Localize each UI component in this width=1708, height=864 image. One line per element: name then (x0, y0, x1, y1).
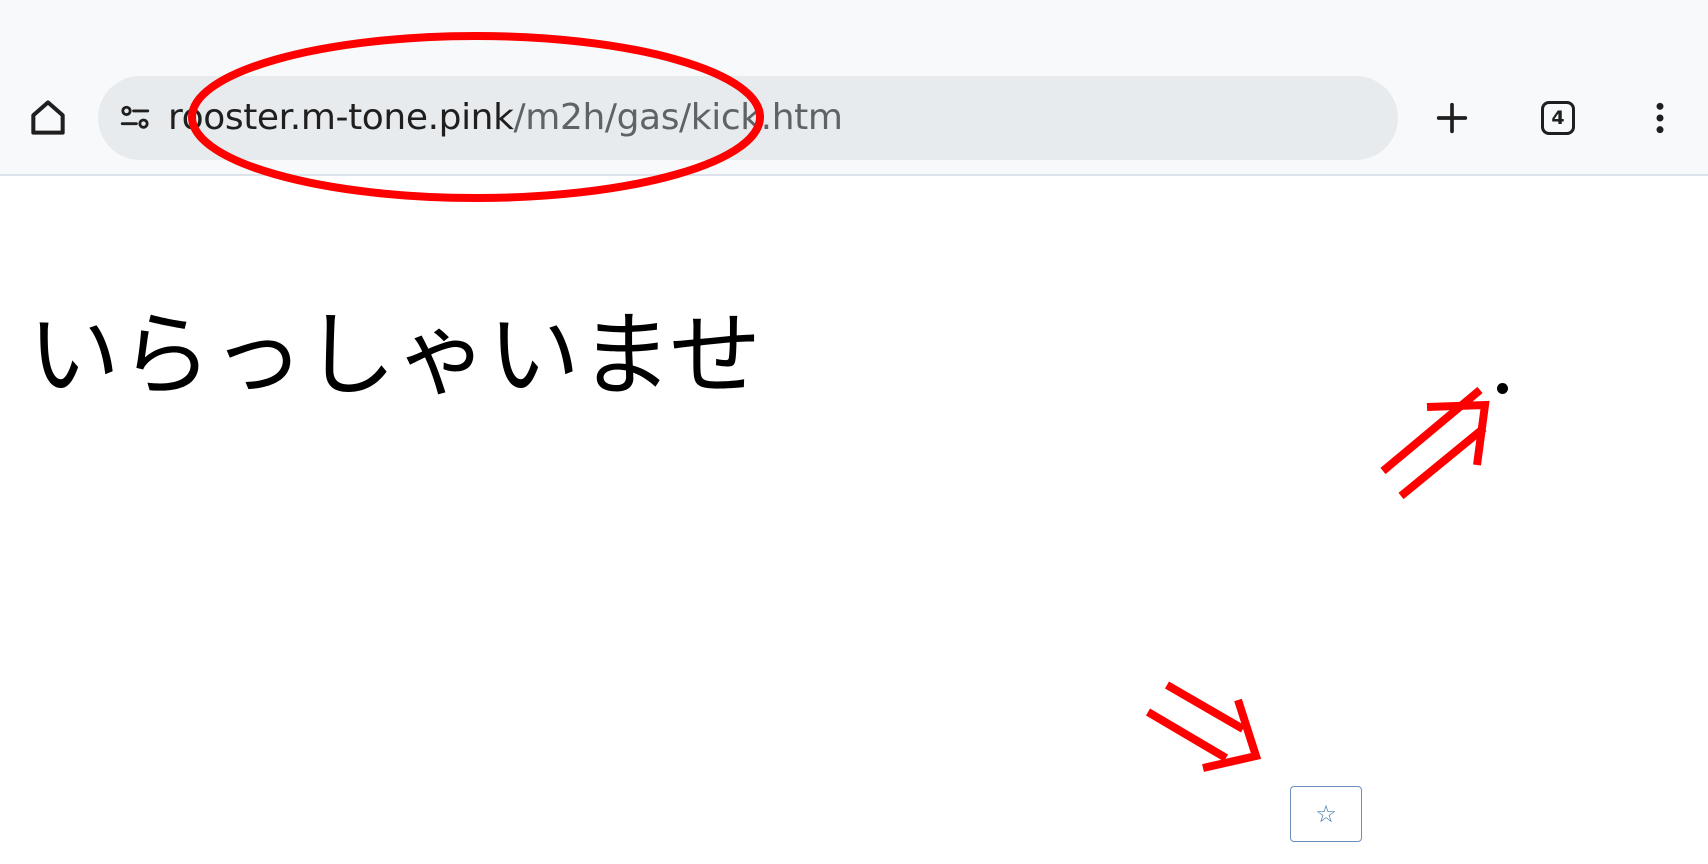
tab-switcher-button[interactable]: 4 (1532, 92, 1584, 144)
url-path: /m2h/gas/kick.htm (513, 97, 843, 138)
browser-toolbar: rooster.m-tone.pink/m2h/gas/kick.htm 4 (0, 0, 1708, 176)
site-info-button[interactable] (114, 97, 156, 139)
browser-menu-button[interactable] (1634, 92, 1686, 144)
tab-count: 4 (1551, 107, 1565, 129)
home-icon (31, 100, 65, 135)
page-heading: いらっしゃいませ (28, 302, 762, 409)
star-button[interactable]: ☆ (1290, 786, 1362, 842)
arrow-to-dot (1380, 386, 1490, 500)
tune-icon (120, 105, 150, 129)
more-vertical-icon (1656, 102, 1664, 134)
arrow-to-star-button (1145, 681, 1262, 772)
url-host: rooster.m-tone.pink (168, 97, 514, 138)
tab-switcher-icon: 4 (1541, 101, 1575, 135)
hidden-dot-link[interactable] (1497, 383, 1508, 394)
new-tab-button[interactable] (1426, 92, 1478, 144)
home-button[interactable] (22, 92, 74, 144)
plus-icon (1436, 102, 1468, 134)
url-text[interactable]: rooster.m-tone.pink/m2h/gas/kick.htm (168, 76, 843, 160)
address-bar[interactable]: rooster.m-tone.pink/m2h/gas/kick.htm (98, 76, 1398, 160)
